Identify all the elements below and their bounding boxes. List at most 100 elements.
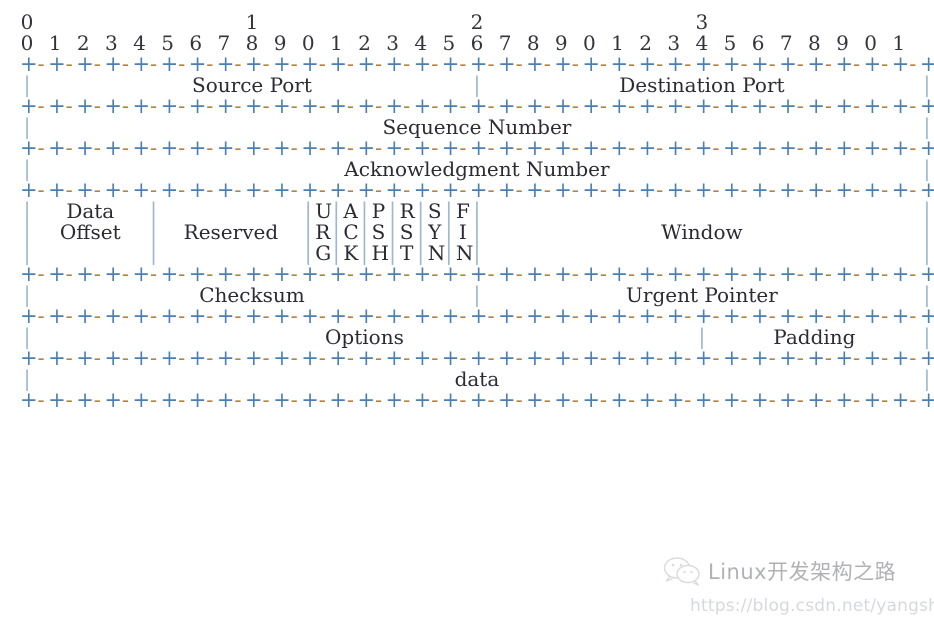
sep-dash: -: [599, 136, 608, 160]
sep-dash: -: [768, 262, 776, 286]
flag-letter: U: [315, 199, 333, 223]
bit-ruler-13: 3: [386, 31, 399, 55]
sep-dash: -: [881, 136, 889, 160]
sep-plus: +: [863, 388, 882, 412]
sep-dash: -: [740, 178, 748, 202]
sep-plus: +: [329, 388, 347, 412]
sep-dash: -: [150, 346, 158, 370]
sep-dash: -: [684, 94, 692, 118]
sep-dash: -: [374, 178, 383, 202]
sep-plus: +: [498, 388, 516, 412]
sep-dash: -: [318, 136, 326, 160]
sep-plus: +: [48, 262, 66, 286]
bit-ruler-11: 1: [329, 31, 343, 55]
sep-dash: -: [37, 304, 45, 328]
sep-dash: -: [318, 346, 326, 370]
sep-dash: -: [599, 388, 608, 412]
sep-plus: +: [526, 94, 544, 118]
sep-plus: +: [104, 388, 122, 412]
flag-divider: |: [417, 220, 425, 244]
sep-dash: -: [628, 262, 636, 286]
sep-dash: -: [768, 178, 776, 202]
flag-letter: A: [343, 199, 358, 223]
bit-ruler-6: 6: [189, 31, 203, 55]
bit-ruler-21: 1: [611, 31, 624, 55]
bit-ruler-26: 6: [751, 31, 765, 55]
sep-dash: -: [571, 346, 579, 370]
sep-plus: +: [835, 178, 854, 202]
sep-dash: -: [121, 304, 129, 328]
sep-dash: -: [768, 52, 776, 76]
sep-dash: -: [515, 178, 523, 202]
sep-dash: -: [318, 262, 326, 286]
sep-dash: -: [262, 136, 270, 160]
sep-dash: -: [909, 304, 917, 328]
sep-plus: +: [779, 262, 797, 286]
sep-dash: -: [234, 388, 242, 412]
sep-dash: -: [909, 52, 917, 76]
field-divider: |: [698, 325, 706, 349]
sep-plus: +: [244, 94, 263, 118]
sep-plus: +: [666, 178, 685, 202]
sep-plus: +: [188, 94, 207, 118]
sep-plus: +: [216, 178, 235, 202]
sep-plus: +: [385, 262, 404, 286]
sep-dash: -: [571, 388, 579, 412]
sep-dash: -: [206, 388, 214, 412]
sep-plus: +: [554, 94, 572, 118]
sep-plus: +: [863, 136, 882, 160]
bit-ruler-4: 4: [133, 31, 146, 55]
sep-dash: -: [206, 178, 214, 202]
sep-dash: -: [290, 178, 298, 202]
sep-plus: +: [610, 94, 629, 118]
sep-plus: +: [807, 262, 825, 286]
separator-after-sequence: + - + - + - + - + - + - + - + - + - + - + - + - + - + - + - + - + - + - + - + -…: [20, 136, 934, 160]
field-data-offset-line2: Offset: [59, 220, 121, 244]
sep-plus: +: [498, 52, 516, 76]
sep-plus: +: [919, 304, 934, 328]
sep-plus: +: [526, 388, 544, 412]
sep-dash: -: [374, 262, 383, 286]
sep-plus: +: [48, 304, 66, 328]
sep-dash: -: [234, 304, 242, 328]
sep-dash: -: [599, 94, 608, 118]
sep-plus: +: [76, 262, 94, 286]
sep-dash: -: [571, 52, 579, 76]
bit-ruler-27: 7: [779, 31, 793, 55]
sep-plus: +: [301, 136, 319, 160]
sep-plus: +: [357, 52, 376, 76]
sep-dash: -: [543, 262, 551, 286]
sep-dash: -: [796, 178, 804, 202]
field-divider: |: [923, 115, 931, 139]
sep-plus: +: [188, 178, 207, 202]
sep-dash: -: [93, 94, 101, 118]
sep-dash: -: [65, 388, 73, 412]
sep-dash: -: [853, 178, 861, 202]
sep-dash: -: [206, 136, 214, 160]
sep-dash: -: [712, 346, 720, 370]
sep-dash: -: [346, 388, 354, 412]
sep-dash: -: [403, 94, 411, 118]
sep-dash: -: [796, 388, 804, 412]
sep-plus: +: [48, 346, 66, 370]
sep-plus: +: [863, 346, 882, 370]
sep-dash: -: [65, 178, 73, 202]
sep-plus: +: [76, 304, 94, 328]
sep-dash: -: [234, 346, 242, 370]
flag-divider: |: [445, 199, 453, 223]
sep-dash: -: [656, 304, 664, 328]
sep-plus: +: [779, 304, 797, 328]
sep-dash: -: [150, 178, 158, 202]
sep-dash: -: [93, 136, 101, 160]
sep-plus: +: [807, 136, 825, 160]
field-divider: |: [923, 283, 931, 307]
flag-divider: |: [417, 199, 425, 223]
sep-plus: +: [554, 178, 572, 202]
flag-letter: R: [315, 220, 331, 244]
flag-letter: S: [427, 199, 442, 223]
sep-dash: -: [431, 262, 439, 286]
sep-plus: +: [610, 346, 629, 370]
sep-dash: -: [121, 52, 129, 76]
sep-plus: +: [301, 52, 319, 76]
flag-divider: |: [360, 199, 368, 223]
